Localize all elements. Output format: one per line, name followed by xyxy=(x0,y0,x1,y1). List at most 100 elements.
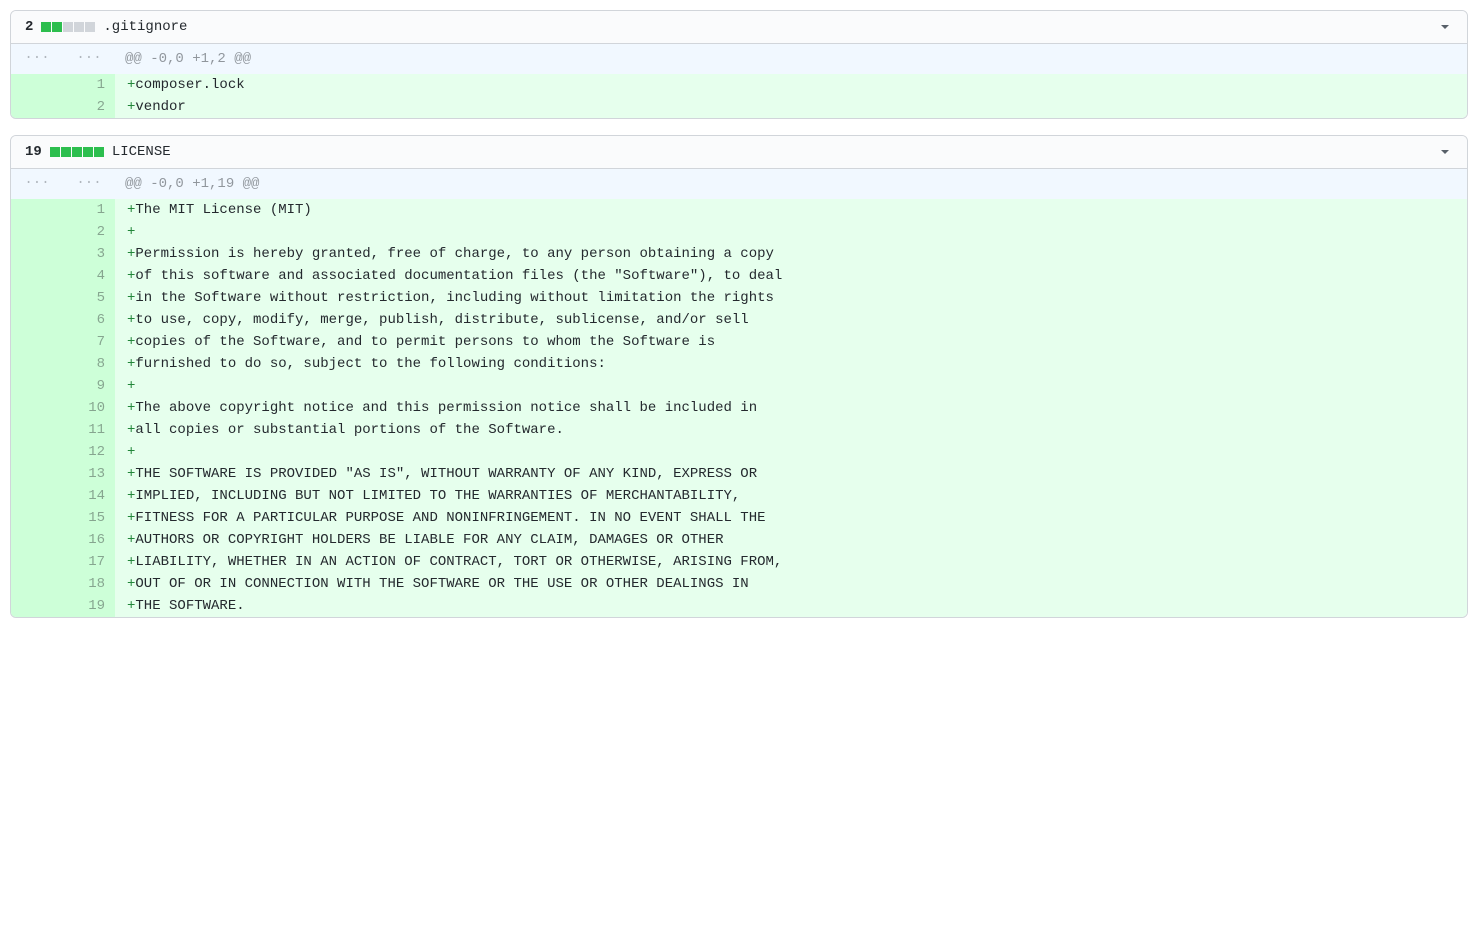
line-number-old[interactable] xyxy=(11,199,63,221)
chevron-down-icon[interactable] xyxy=(1437,19,1453,35)
line-text: all copies or substantial portions of th… xyxy=(135,422,563,438)
line-number-new[interactable]: 11 xyxy=(63,419,115,441)
line-number-new[interactable]: 3 xyxy=(63,243,115,265)
line-content: +FITNESS FOR A PARTICULAR PURPOSE AND NO… xyxy=(115,507,1467,529)
line-content: +IMPLIED, INCLUDING BUT NOT LIMITED TO T… xyxy=(115,485,1467,507)
line-content: +THE SOFTWARE. xyxy=(115,595,1467,617)
hunk-expand-old[interactable]: ... xyxy=(11,169,63,199)
line-number-old[interactable] xyxy=(11,485,63,507)
line-number-new[interactable]: 6 xyxy=(63,309,115,331)
line-number-old[interactable] xyxy=(11,529,63,551)
line-number-new[interactable]: 2 xyxy=(63,221,115,243)
line-text: copies of the Software, and to permit pe… xyxy=(135,334,715,350)
diff-line-added: 1+The MIT License (MIT) xyxy=(11,199,1467,221)
line-content: +The MIT License (MIT) xyxy=(115,199,1467,221)
diff-line-added: 14+IMPLIED, INCLUDING BUT NOT LIMITED TO… xyxy=(11,485,1467,507)
line-number-new[interactable]: 19 xyxy=(63,595,115,617)
line-text: LIABILITY, WHETHER IN AN ACTION OF CONTR… xyxy=(135,554,782,570)
diff-line-added: 15+FITNESS FOR A PARTICULAR PURPOSE AND … xyxy=(11,507,1467,529)
line-number-new[interactable]: 10 xyxy=(63,397,115,419)
diff-stat-neutral xyxy=(74,22,84,32)
diff-table: ......@@ -0,0 +1,2 @@1+composer.lock2+ve… xyxy=(11,44,1467,118)
line-number-new[interactable]: 1 xyxy=(63,74,115,96)
file-header-left: 2.gitignore xyxy=(25,19,187,35)
file-header[interactable]: 2.gitignore xyxy=(11,11,1467,44)
diff-stat-added xyxy=(50,147,60,157)
filename[interactable]: LICENSE xyxy=(112,144,171,160)
line-number-new[interactable]: 5 xyxy=(63,287,115,309)
line-number-old[interactable] xyxy=(11,309,63,331)
line-number-old[interactable] xyxy=(11,551,63,573)
line-number-old[interactable] xyxy=(11,96,63,118)
line-number-new[interactable]: 12 xyxy=(63,441,115,463)
line-number-old[interactable] xyxy=(11,353,63,375)
diff-stat xyxy=(41,22,95,32)
line-number-new[interactable]: 13 xyxy=(63,463,115,485)
line-number-old[interactable] xyxy=(11,463,63,485)
line-number-new[interactable]: 15 xyxy=(63,507,115,529)
line-content: +Permission is hereby granted, free of c… xyxy=(115,243,1467,265)
line-text: The MIT License (MIT) xyxy=(135,202,311,218)
line-number-old[interactable] xyxy=(11,573,63,595)
line-content: +furnished to do so, subject to the foll… xyxy=(115,353,1467,375)
diff-line-added: 16+AUTHORS OR COPYRIGHT HOLDERS BE LIABL… xyxy=(11,529,1467,551)
line-content: +copies of the Software, and to permit p… xyxy=(115,331,1467,353)
diff-line-added: 19+THE SOFTWARE. xyxy=(11,595,1467,617)
line-content: +vendor xyxy=(115,96,1467,118)
line-number-old[interactable] xyxy=(11,441,63,463)
line-number-old[interactable] xyxy=(11,331,63,353)
file-diff-block: 19LICENSE......@@ -0,0 +1,19 @@1+The MIT… xyxy=(10,135,1468,618)
line-number-new[interactable]: 16 xyxy=(63,529,115,551)
hunk-expand-old[interactable]: ... xyxy=(11,44,63,74)
line-number-old[interactable] xyxy=(11,507,63,529)
line-number-old[interactable] xyxy=(11,595,63,617)
line-content: +all copies or substantial portions of t… xyxy=(115,419,1467,441)
diff-stat-added xyxy=(94,147,104,157)
line-content: +THE SOFTWARE IS PROVIDED "AS IS", WITHO… xyxy=(115,463,1467,485)
line-number-new[interactable]: 17 xyxy=(63,551,115,573)
line-number-new[interactable]: 4 xyxy=(63,265,115,287)
line-number-new[interactable]: 9 xyxy=(63,375,115,397)
line-number-old[interactable] xyxy=(11,419,63,441)
diff-line-added: 11+all copies or substantial portions of… xyxy=(11,419,1467,441)
line-number-new[interactable]: 1 xyxy=(63,199,115,221)
line-text: furnished to do so, subject to the follo… xyxy=(135,356,605,372)
filename[interactable]: .gitignore xyxy=(103,19,187,35)
diff-line-added: 12+ xyxy=(11,441,1467,463)
line-number-old[interactable] xyxy=(11,221,63,243)
line-text: AUTHORS OR COPYRIGHT HOLDERS BE LIABLE F… xyxy=(135,532,723,548)
diff-line-added: 4+of this software and associated docume… xyxy=(11,265,1467,287)
hunk-expand-new[interactable]: ... xyxy=(63,44,115,74)
hunk-header-text: @@ -0,0 +1,2 @@ xyxy=(115,44,1467,74)
diff-line-added: 7+copies of the Software, and to permit … xyxy=(11,331,1467,353)
hunk-expand-new[interactable]: ... xyxy=(63,169,115,199)
line-number-old[interactable] xyxy=(11,397,63,419)
line-number-new[interactable]: 7 xyxy=(63,331,115,353)
line-content: + xyxy=(115,441,1467,463)
line-number-old[interactable] xyxy=(11,287,63,309)
diff-line-added: 9+ xyxy=(11,375,1467,397)
hunk-header-text: @@ -0,0 +1,19 @@ xyxy=(115,169,1467,199)
line-text: to use, copy, modify, merge, publish, di… xyxy=(135,312,748,328)
diff-line-added: 17+LIABILITY, WHETHER IN AN ACTION OF CO… xyxy=(11,551,1467,573)
diff-stat xyxy=(50,147,104,157)
line-number-old[interactable] xyxy=(11,243,63,265)
line-number-old[interactable] xyxy=(11,375,63,397)
line-content: +composer.lock xyxy=(115,74,1467,96)
diff-line-added: 18+OUT OF OR IN CONNECTION WITH THE SOFT… xyxy=(11,573,1467,595)
diff-line-added: 1+composer.lock xyxy=(11,74,1467,96)
file-header[interactable]: 19LICENSE xyxy=(11,136,1467,169)
line-number-old[interactable] xyxy=(11,74,63,96)
line-number-old[interactable] xyxy=(11,265,63,287)
line-content: +AUTHORS OR COPYRIGHT HOLDERS BE LIABLE … xyxy=(115,529,1467,551)
chevron-down-icon[interactable] xyxy=(1437,144,1453,160)
line-number-new[interactable]: 8 xyxy=(63,353,115,375)
file-header-left: 19LICENSE xyxy=(25,144,171,160)
line-text: IMPLIED, INCLUDING BUT NOT LIMITED TO TH… xyxy=(135,488,740,504)
line-number-new[interactable]: 2 xyxy=(63,96,115,118)
diff-stat-added xyxy=(52,22,62,32)
line-number-new[interactable]: 18 xyxy=(63,573,115,595)
line-content: +to use, copy, modify, merge, publish, d… xyxy=(115,309,1467,331)
diff-stat-added xyxy=(83,147,93,157)
line-number-new[interactable]: 14 xyxy=(63,485,115,507)
